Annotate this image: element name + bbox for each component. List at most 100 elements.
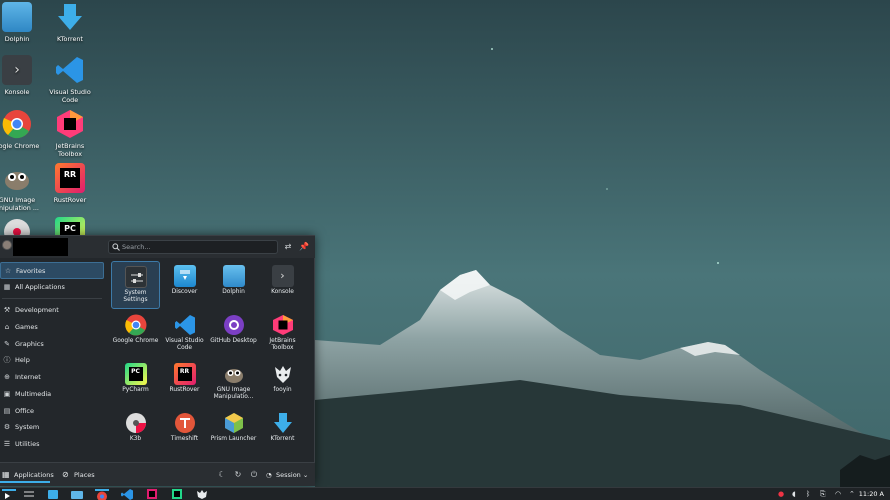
chevron-up-icon[interactable]: ⌃	[849, 490, 855, 499]
app-label: Timeshift	[170, 436, 199, 442]
wifi-icon[interactable]: ◠	[835, 490, 841, 499]
app-google-chrome[interactable]: Google Chrome	[111, 310, 160, 358]
app-label: KTorrent	[270, 436, 295, 442]
app-rustrover[interactable]: RR RustRover	[160, 359, 209, 407]
app-github-desktop[interactable]: GitHub Desktop	[209, 310, 258, 358]
chrome-icon	[124, 314, 147, 336]
app-jetbrains-toolbox[interactable]: JetBrains Toolbox	[258, 310, 307, 358]
wrench-icon: ⚒	[3, 306, 11, 315]
app-prism-launcher[interactable]: Prism Launcher	[209, 408, 258, 456]
task-fooyin[interactable]	[195, 489, 209, 500]
app-label: RustRover	[169, 387, 200, 393]
gamepad-icon: ⌂	[4, 323, 10, 332]
discover-icon	[173, 265, 196, 287]
category-label: All Applications	[15, 282, 65, 291]
session-icon: ◔	[266, 471, 272, 479]
notification-icon[interactable]: ●	[778, 490, 784, 499]
app-label: Google Chrome	[112, 338, 159, 344]
desktop-icon-konsole[interactable]: › Konsole	[0, 55, 44, 96]
system-settings-icon	[124, 266, 147, 288]
app-system-settings[interactable]: System Settings	[111, 261, 160, 309]
task-dolphin[interactable]	[70, 489, 84, 500]
desktop-icon-label: GNU Image anipulation ...	[0, 196, 39, 212]
category-multimedia[interactable]: ▣ Multimedia	[0, 386, 104, 403]
document-icon: ▤	[3, 406, 11, 415]
rustrover-icon: RR	[173, 363, 196, 385]
desktop-icon-chrome[interactable]: oogle Chrome	[0, 109, 44, 150]
desktop-icon-jetbrains-toolbox[interactable]: JetBrains Toolbox	[43, 109, 97, 158]
category-games[interactable]: ⌂ Games	[0, 319, 104, 336]
vscode-icon	[174, 314, 196, 336]
help-icon: ⓘ	[3, 356, 11, 365]
task-rustrover[interactable]	[145, 489, 159, 500]
rustrover-icon: RR	[55, 163, 85, 193]
task-settings[interactable]	[22, 489, 36, 500]
category-utilities[interactable]: ☰ Utilities	[0, 436, 104, 453]
github-icon	[223, 314, 245, 336]
shutdown-icon[interactable]: ⏻	[248, 469, 260, 481]
app-label: Dolphin	[222, 289, 245, 295]
restart-icon[interactable]: ↻	[232, 469, 244, 481]
category-all-applications[interactable]: ▦ All Applications	[0, 279, 104, 296]
app-konsole[interactable]: › Konsole	[258, 261, 307, 309]
app-dolphin[interactable]: Dolphin	[209, 261, 258, 309]
category-office[interactable]: ▤ Office	[0, 403, 104, 420]
avatar[interactable]	[2, 240, 12, 250]
clock[interactable]: 11:20 A	[859, 489, 884, 499]
task-chrome[interactable]	[95, 489, 109, 500]
configure-icon[interactable]: ⇄	[282, 241, 294, 253]
folder-icon	[222, 265, 245, 287]
category-favorites[interactable]: ☆ Favorites	[0, 262, 104, 279]
category-system[interactable]: ⚙ System	[0, 419, 104, 436]
divider	[2, 298, 102, 300]
desktop-icon-rustrover[interactable]: RR RustRover	[43, 163, 97, 204]
category-graphics[interactable]: ✎ Graphics	[0, 336, 104, 353]
tab-applications[interactable]: ▦ Applications	[0, 467, 54, 483]
tab-places[interactable]: ⊘ Places	[60, 467, 100, 483]
app-pycharm[interactable]: PC PyCharm	[111, 359, 160, 407]
app-visual-studio-code[interactable]: Visual Studio Code	[160, 310, 209, 358]
category-label: Multimedia	[15, 389, 52, 398]
app-ktorrent[interactable]: KTorrent	[258, 408, 307, 456]
task-vscode[interactable]	[120, 489, 134, 500]
desktop-icon-ktorrent[interactable]: KTorrent	[43, 2, 97, 43]
app-label: Discover	[171, 289, 198, 295]
session-button[interactable]: ◔ Session ⌄	[266, 467, 308, 483]
task-discover[interactable]	[46, 489, 60, 500]
app-discover[interactable]: Discover	[160, 261, 209, 309]
search-input[interactable]: Search...	[108, 240, 278, 254]
category-development[interactable]: ⚒ Development	[0, 302, 104, 319]
app-gimp[interactable]: GNU Image Manipulatio...	[209, 359, 258, 407]
category-label: System	[15, 423, 40, 432]
desktop-icon-dolphin[interactable]: Dolphin	[0, 2, 44, 43]
launcher-button[interactable]	[2, 489, 16, 500]
compass-icon: ⊘	[62, 470, 69, 479]
timeshift-icon	[174, 412, 196, 434]
category-label: Help	[15, 356, 30, 365]
tab-label: Applications	[14, 471, 54, 479]
jetbrains-toolbox-icon	[55, 109, 85, 139]
volume-icon[interactable]: ◖	[792, 490, 796, 499]
app-fooyin[interactable]: fooyin	[258, 359, 307, 407]
star-icon: ☆	[4, 267, 12, 275]
app-timeshift[interactable]: Timeshift	[160, 408, 209, 456]
desktop-icon-vscode[interactable]: Visual Studio Code	[43, 55, 97, 104]
app-k3b[interactable]: K3b	[111, 408, 160, 456]
app-label: Konsole	[271, 289, 294, 295]
category-internet[interactable]: ⊕ Internet	[0, 369, 104, 386]
chevron-down-icon: ⌄	[302, 471, 309, 479]
category-help[interactable]: ⓘ Help	[0, 352, 104, 369]
sleep-icon[interactable]: ☾	[216, 469, 228, 481]
pycharm-icon: PC	[124, 363, 147, 385]
pin-icon[interactable]: 📌	[298, 241, 310, 253]
folder-icon	[2, 2, 32, 32]
bluetooth-icon[interactable]: ᛒ	[806, 490, 810, 499]
category-label: Favorites	[16, 267, 46, 275]
task-pycharm[interactable]	[170, 489, 184, 500]
fooyin-icon	[272, 363, 294, 385]
desktop-icon-gimp[interactable]: GNU Image anipulation ...	[0, 163, 44, 212]
globe-icon: ⊕	[4, 373, 10, 382]
terminal-icon: ›	[271, 265, 294, 287]
category-label: Utilities	[15, 439, 40, 448]
clipboard-icon[interactable]: ⎘	[820, 490, 826, 499]
